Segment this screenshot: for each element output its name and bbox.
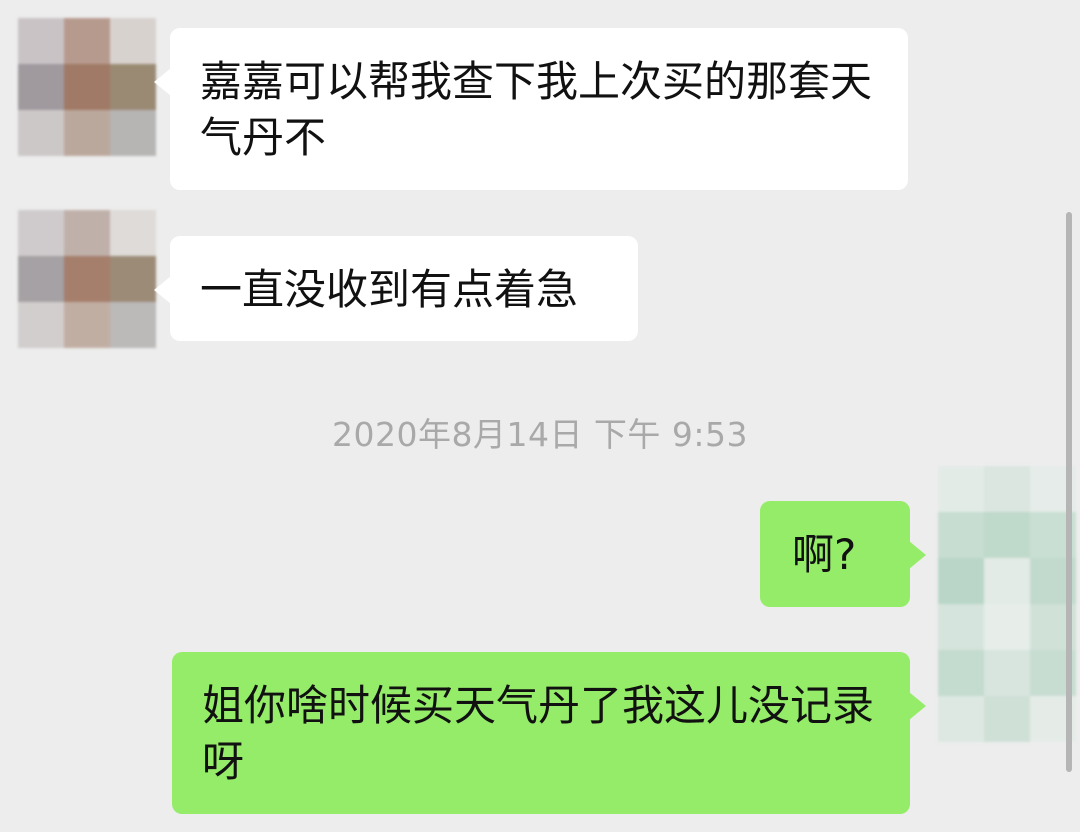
message-bubble-incoming[interactable]: 嘉嘉可以帮我查下我上次买的那套天气丹不 — [154, 28, 908, 190]
message-bubble-outgoing[interactable]: 姐你啥时候买天气丹了我这儿没记录呀 — [172, 652, 926, 814]
message-text: 嘉嘉可以帮我查下我上次买的那套天气丹不 — [200, 57, 873, 162]
message-bubble-incoming[interactable]: 一直没收到有点着急 — [154, 236, 638, 341]
message-text: 姐你啥时候买天气丹了我这儿没记录呀 — [202, 681, 875, 786]
contact-avatar[interactable] — [18, 18, 156, 170]
message-text: 啊? — [792, 530, 857, 579]
chat-window: 嘉嘉可以帮我查下我上次买的那套天气丹不 一直没收到有点着急 2020年8月14日… — [0, 0, 1080, 832]
contact-avatar[interactable] — [18, 210, 156, 362]
my-avatar[interactable] — [938, 466, 1076, 766]
message-text: 一直没收到有点着急 — [200, 265, 579, 314]
message-timestamp: 2020年8月14日 下午 9:53 — [331, 415, 749, 454]
message-bubble-outgoing[interactable]: 啊? — [760, 501, 926, 607]
scrollbar[interactable] — [1066, 212, 1072, 772]
